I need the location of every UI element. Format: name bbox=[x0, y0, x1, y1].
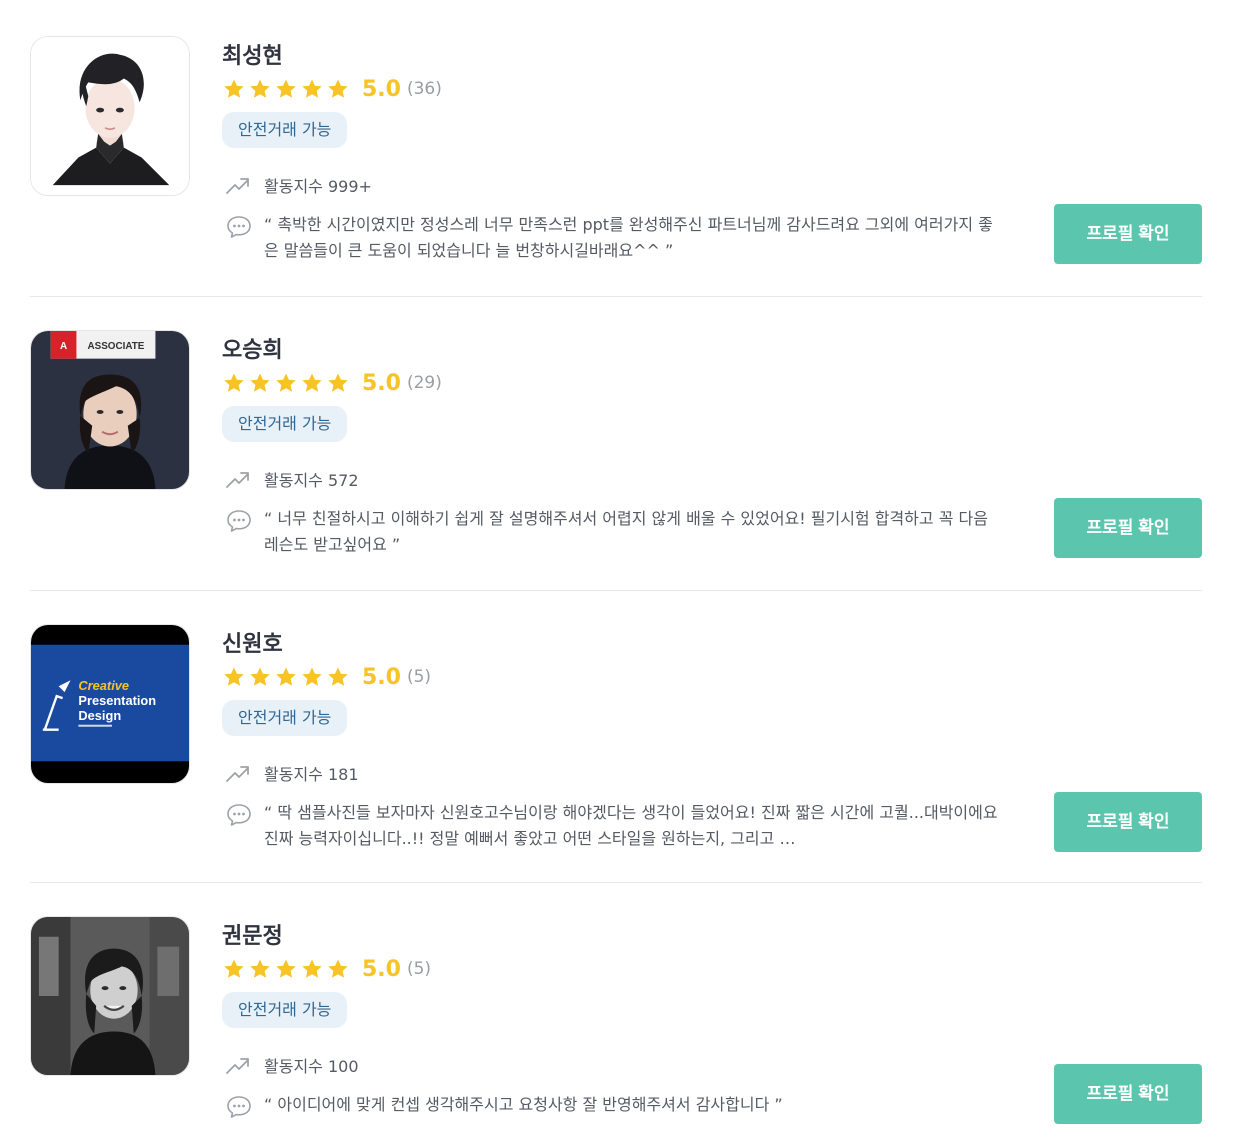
divider bbox=[30, 590, 1202, 591]
review-count: (29) bbox=[406, 373, 442, 393]
star-icon bbox=[302, 959, 322, 978]
speech-bubble-icon bbox=[227, 510, 251, 532]
review-count: (5) bbox=[406, 667, 432, 687]
activity-index: 활동지수 181 bbox=[222, 760, 359, 786]
activity-index: 활동지수 100 bbox=[222, 1052, 359, 1078]
avatar-text: ASSOCIATE bbox=[88, 341, 145, 352]
star-icon bbox=[224, 667, 244, 686]
review-count: (36) bbox=[406, 79, 442, 99]
safe-trade-badge: 안전거래 가능 bbox=[222, 112, 348, 148]
star-icon bbox=[276, 373, 296, 392]
review-count: (5) bbox=[406, 959, 432, 979]
star-icon bbox=[328, 373, 348, 392]
rating-score: 5.0 bbox=[362, 664, 401, 690]
star-icon bbox=[302, 667, 322, 686]
safe-trade-badge: 안전거래 가능 bbox=[222, 700, 348, 736]
star-icon bbox=[276, 959, 296, 978]
photo-portrait-bw-image bbox=[31, 917, 189, 1075]
speech-bubble-icon bbox=[227, 1096, 251, 1118]
review-snippet: “ 촉박한 시간이였지만 정성스레 너무 만족스런 ppt를 완성해주신 파트너… bbox=[222, 212, 1022, 264]
activity-index: 활동지수 999+ bbox=[222, 172, 372, 198]
avatar-text: Presentation bbox=[78, 693, 156, 708]
star-icon bbox=[328, 79, 348, 98]
review-snippet: “ 너무 친절하시고 이해하기 쉽게 잘 설명해주셔서 어렵지 않게 배울 수 … bbox=[222, 506, 1022, 558]
illustrated-portrait-image bbox=[31, 37, 189, 195]
avatar[interactable]: Creative Presentation Design bbox=[30, 624, 190, 784]
trending-up-icon bbox=[226, 766, 249, 782]
profile-view-button[interactable]: 프로필 확인 bbox=[1054, 1064, 1202, 1124]
star-icon bbox=[224, 373, 244, 392]
safe-trade-badge: 안전거래 가능 bbox=[222, 406, 348, 442]
activity-text: 활동지수 572 bbox=[264, 471, 359, 490]
profile-view-button[interactable]: 프로필 확인 bbox=[1054, 498, 1202, 558]
star-rating bbox=[222, 371, 350, 395]
logo-image: Creative Presentation Design bbox=[31, 625, 189, 783]
profile-view-button[interactable]: 프로필 확인 bbox=[1054, 792, 1202, 852]
rating-score: 5.0 bbox=[362, 76, 401, 102]
rating: 5.0 (5) bbox=[222, 954, 431, 984]
avatar[interactable] bbox=[30, 916, 190, 1076]
avatar-text: Creative bbox=[78, 678, 129, 693]
review-text: “ 너무 친절하시고 이해하기 쉽게 잘 설명해주셔서 어렵지 않게 배울 수 … bbox=[264, 509, 988, 554]
activity-text: 활동지수 100 bbox=[264, 1057, 359, 1076]
activity-text: 활동지수 999+ bbox=[264, 177, 372, 196]
review-text: “ 딱 샘플사진들 보자마자 신원호고수님이랑 해야겠다는 생각이 들었어요! … bbox=[264, 803, 998, 848]
star-icon bbox=[250, 79, 270, 98]
divider bbox=[30, 882, 1202, 883]
expert-card: 최성현 5.0 (36) 안전거래 가능 활동지수 999+ “ 촉박한 시간이… bbox=[30, 36, 1202, 298]
star-icon bbox=[302, 373, 322, 392]
star-icon bbox=[250, 959, 270, 978]
star-icon bbox=[302, 79, 322, 98]
expert-name[interactable]: 최성현 bbox=[222, 38, 283, 70]
rating-score: 5.0 bbox=[362, 370, 401, 396]
review-snippet: “ 딱 샘플사진들 보자마자 신원호고수님이랑 해야겠다는 생각이 들었어요! … bbox=[222, 800, 1022, 852]
activity-text: 활동지수 181 bbox=[264, 765, 359, 784]
expert-name[interactable]: 권문정 bbox=[222, 918, 283, 950]
speech-bubble-icon bbox=[227, 216, 251, 238]
star-rating bbox=[222, 665, 350, 689]
safe-trade-badge: 안전거래 가능 bbox=[222, 992, 348, 1028]
star-icon bbox=[224, 959, 244, 978]
trending-up-icon bbox=[226, 1058, 249, 1074]
avatar[interactable] bbox=[30, 36, 190, 196]
expert-card: 권문정 5.0 (5) 안전거래 가능 활동지수 100 “ 아이디어에 맞게 … bbox=[30, 916, 1202, 1146]
photo-portrait-image: A ASSOCIATE bbox=[31, 331, 189, 489]
avatar-text: Design bbox=[78, 708, 121, 723]
speech-bubble-icon bbox=[227, 804, 251, 826]
rating: 5.0 (29) bbox=[222, 368, 442, 398]
star-icon bbox=[328, 959, 348, 978]
star-rating bbox=[222, 957, 350, 981]
star-icon bbox=[276, 79, 296, 98]
rating: 5.0 (36) bbox=[222, 74, 442, 104]
star-icon bbox=[224, 79, 244, 98]
star-icon bbox=[276, 667, 296, 686]
avatar[interactable]: A ASSOCIATE bbox=[30, 330, 190, 490]
trending-up-icon bbox=[226, 472, 249, 488]
expert-name[interactable]: 신원호 bbox=[222, 626, 283, 658]
rating-score: 5.0 bbox=[362, 956, 401, 982]
trending-up-icon bbox=[226, 178, 249, 194]
review-snippet: “ 아이디어에 맞게 컨셉 생각해주시고 요청사항 잘 반영해주셔서 감사합니다… bbox=[222, 1092, 1022, 1122]
expert-card: Creative Presentation Design 신원호 5.0 (5)… bbox=[30, 624, 1202, 884]
star-icon bbox=[250, 667, 270, 686]
expert-card: A ASSOCIATE 오승희 5.0 (29) 안전거래 가능 활동지수 57… bbox=[30, 330, 1202, 592]
expert-name[interactable]: 오승희 bbox=[222, 332, 283, 364]
activity-index: 활동지수 572 bbox=[222, 466, 359, 492]
star-icon bbox=[250, 373, 270, 392]
star-rating bbox=[222, 77, 350, 101]
review-text: “ 촉박한 시간이였지만 정성스레 너무 만족스런 ppt를 완성해주신 파트너… bbox=[264, 215, 993, 260]
rating: 5.0 (5) bbox=[222, 662, 431, 692]
review-text: “ 아이디어에 맞게 컨셉 생각해주시고 요청사항 잘 반영해주셔서 감사합니다… bbox=[264, 1095, 783, 1114]
divider bbox=[30, 296, 1202, 297]
star-icon bbox=[328, 667, 348, 686]
svg-text:A: A bbox=[60, 341, 67, 352]
profile-view-button[interactable]: 프로필 확인 bbox=[1054, 204, 1202, 264]
